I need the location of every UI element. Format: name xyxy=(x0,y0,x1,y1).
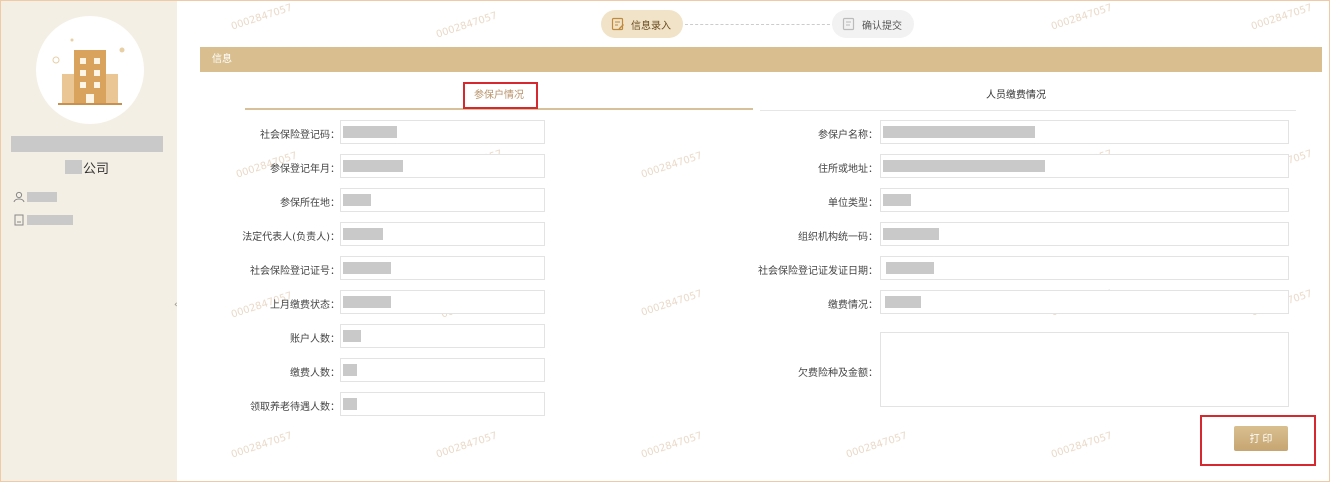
company-suffix: 公司 xyxy=(83,161,110,177)
field-pension-recipients[interactable] xyxy=(340,392,545,416)
value-redacted xyxy=(883,126,1035,138)
tab-divider xyxy=(760,110,1296,111)
label-payment-status: 缴费情况： xyxy=(828,300,878,311)
document-check-icon xyxy=(842,17,855,31)
step-info-entry[interactable]: 信息录入 xyxy=(601,10,683,38)
user-icon xyxy=(13,191,25,203)
label-org-unified-code: 组织机构统一码： xyxy=(798,232,878,243)
label-registration-month: 参保登记年月： xyxy=(270,164,340,175)
company-name-redacted xyxy=(11,136,163,152)
label-unit-type: 单位类型： xyxy=(828,198,878,209)
step-label: 信息录入 xyxy=(631,20,671,32)
document-icon xyxy=(14,214,24,226)
field-social-insurance-code[interactable] xyxy=(340,120,545,144)
value-redacted xyxy=(343,296,391,308)
tab-payment-info[interactable]: 人员缴费情况 xyxy=(760,84,1272,108)
label-social-insurance-code: 社会保险登记码： xyxy=(260,130,340,141)
value-redacted xyxy=(343,398,357,410)
step-connector xyxy=(685,24,835,25)
field-insured-name[interactable] xyxy=(880,120,1289,144)
sidebar: 公司 xyxy=(1,1,177,481)
label-registration-certificate-no: 社会保险登记证号： xyxy=(250,266,340,277)
label-insured-location: 参保所在地： xyxy=(280,198,340,209)
label-certificate-issue-date: 社会保险登记证发证日期： xyxy=(758,266,878,277)
label-arrears-and-amount: 欠费险种及金额： xyxy=(798,368,878,379)
label-last-month-status: 上月缴费状态： xyxy=(270,300,340,311)
value-redacted xyxy=(885,296,921,308)
step-indicator: 信息录入 确认提交 xyxy=(178,0,1330,46)
label-address: 住所或地址： xyxy=(818,164,878,175)
label-pension-recipients: 领取养老待遇人数： xyxy=(250,402,340,413)
value-redacted xyxy=(343,194,371,206)
field-unit-type[interactable] xyxy=(880,188,1289,212)
id-number-redacted xyxy=(27,215,73,225)
sidebar-user-row xyxy=(13,191,57,203)
field-paying-count[interactable] xyxy=(340,358,545,382)
value-redacted xyxy=(343,364,357,376)
field-insured-location[interactable] xyxy=(340,188,545,212)
user-name-redacted xyxy=(27,192,57,202)
sidebar-toggle-icon[interactable]: ‹ xyxy=(174,300,178,310)
value-redacted xyxy=(343,330,361,342)
value-redacted xyxy=(883,194,911,206)
field-account-count[interactable] xyxy=(340,324,545,348)
value-redacted xyxy=(883,228,939,240)
field-arrears-and-amount[interactable] xyxy=(880,332,1289,407)
value-redacted xyxy=(886,262,934,274)
panel-title-bar: 信息 xyxy=(200,47,1322,72)
field-last-month-status[interactable] xyxy=(340,290,545,314)
field-registration-certificate-no[interactable] xyxy=(340,256,545,280)
step-confirm-submit[interactable]: 确认提交 xyxy=(832,10,914,38)
field-org-unified-code[interactable] xyxy=(880,222,1289,246)
field-payment-status[interactable] xyxy=(880,290,1289,314)
label-paying-count: 缴费人数： xyxy=(290,368,340,379)
sidebar-id-row xyxy=(13,214,73,226)
company-name-redacted xyxy=(65,160,82,174)
label-account-count: 账户人数： xyxy=(290,334,340,345)
highlight-box-print xyxy=(1200,415,1316,466)
step-label: 确认提交 xyxy=(862,20,902,32)
value-redacted xyxy=(343,228,383,240)
panel-title: 信息 xyxy=(212,54,232,65)
value-redacted xyxy=(343,262,391,274)
label-insured-name: 参保户名称： xyxy=(818,130,878,141)
building-icon xyxy=(52,38,125,105)
value-redacted xyxy=(883,160,1045,172)
label-legal-representative: 法定代表人(负责人)： xyxy=(242,232,340,243)
field-certificate-issue-date[interactable] xyxy=(880,256,1289,280)
company-avatar xyxy=(36,16,144,124)
highlight-box-tab xyxy=(463,82,538,109)
company-name: 公司 xyxy=(65,159,110,177)
edit-form-icon xyxy=(611,17,624,31)
value-redacted xyxy=(343,126,397,138)
field-legal-representative[interactable] xyxy=(340,222,545,246)
field-registration-month[interactable] xyxy=(340,154,545,178)
value-redacted xyxy=(343,160,403,172)
field-address[interactable] xyxy=(880,154,1289,178)
